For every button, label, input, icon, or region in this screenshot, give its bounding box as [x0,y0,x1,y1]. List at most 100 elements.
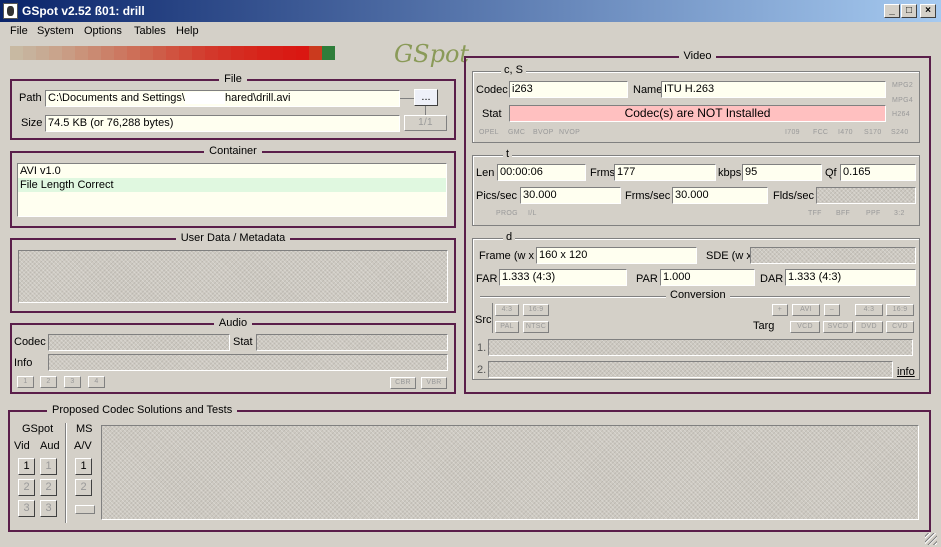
frms-label: Frms [590,167,616,179]
userdata-area[interactable] [18,250,448,303]
audio-stat-field[interactable] [256,334,448,351]
proposed-legend: Proposed Codec Solutions and Tests [47,404,238,416]
aud-test-2[interactable]: 2 [40,479,57,496]
path-field[interactable]: C:\Documents and Settings\ hared\drill.av… [45,90,400,107]
path-value-head: C:\Documents and Settings\ [48,92,185,104]
aud-test-3[interactable]: 3 [40,500,57,517]
audio-stat-label: Stat [233,336,253,348]
path-label: Path [19,92,42,104]
audio-vbr-button[interactable]: VBR [421,377,447,389]
sde-field[interactable] [750,247,916,264]
video-name-field[interactable]: ITU H.263 [661,81,886,98]
status-light [88,46,101,60]
status-light [49,46,62,60]
frame-field[interactable]: 160 x 120 [536,247,697,264]
far-field[interactable]: 1.333 (4:3) [499,269,627,286]
frmsec-field[interactable]: 30.000 [672,187,768,204]
src-ntsc-button[interactable]: NTSC [523,321,549,333]
audio-info-field[interactable] [48,354,448,371]
vid-test-1[interactable]: 1 [18,458,35,475]
status-light [257,46,270,60]
size-field[interactable]: 74.5 KB (or 76,288 bytes) [45,115,400,132]
targ-plus-button[interactable]: + [772,304,788,316]
redacted-block [184,92,225,105]
audio-stream-2[interactable]: 2 [40,376,57,388]
audio-stream-1[interactable]: 1 [17,376,34,388]
status-light [114,46,127,60]
video-stat-field[interactable]: Codec(s) are NOT Installed [509,105,886,122]
h264-flag: H264 [892,111,910,118]
conversion-line-1-label: 1. [477,342,487,354]
menu-file[interactable]: File [10,25,28,37]
vid-test-2[interactable]: 2 [18,479,35,496]
menu-options[interactable]: Options [84,25,122,37]
targ-dvd-button[interactable]: DVD [855,321,883,333]
container-legend: Container [204,145,262,157]
flag-32: 3:2 [894,210,905,217]
ms-blank-button[interactable] [75,505,95,514]
conversion-label: Conversion [666,289,730,301]
ms-test-1[interactable]: 1 [75,458,92,475]
proposed-vid-label: Vid [14,440,30,452]
close-button[interactable]: × [920,4,936,18]
vid-test-3[interactable]: 3 [18,500,35,517]
targ-minus-button[interactable]: – [824,304,840,316]
frms-field[interactable]: 177 [614,164,716,181]
conversion-line-2[interactable] [488,361,893,378]
maximize-button[interactable]: □ [901,4,917,18]
src-169-button[interactable]: 16:9 [523,304,549,316]
kbps-field[interactable]: 95 [742,164,822,181]
flds-field[interactable] [816,187,916,204]
targ-169-button[interactable]: 16:9 [886,304,914,316]
file-counter[interactable]: 1/1 [404,115,447,131]
status-light [296,46,309,60]
mpg2-flag: MPG2 [892,82,914,89]
targ-svcd-button[interactable]: SVCD [823,321,853,333]
browse-button[interactable]: ... [414,89,438,106]
conversion-line-1[interactable] [488,339,913,356]
flag-i709: I709 [785,129,800,136]
video-codec-field[interactable]: i263 [509,81,628,98]
len-field[interactable]: 00:00:06 [497,164,586,181]
flag-il: I/L [528,210,537,217]
status-light [62,46,75,60]
audio-stream-4[interactable]: 4 [88,376,105,388]
video-stat-label: Stat [482,108,502,120]
app-icon[interactable] [3,3,18,19]
timing-subgroup-legend: t [503,148,513,160]
par-label: PAR [636,273,658,285]
audio-codec-field[interactable] [48,334,230,351]
audio-cbr-button[interactable]: CBR [390,377,416,389]
dar-field[interactable]: 1.333 (4:3) [785,269,916,286]
qf-field[interactable]: 0.165 [840,164,916,181]
targ-cvd-button[interactable]: CVD [886,321,914,333]
pics-field[interactable]: 30.000 [520,187,621,204]
targ-vcd-button[interactable]: VCD [790,321,820,333]
status-light [153,46,166,60]
info-link[interactable]: info [897,366,915,378]
pics-label: Pics/sec [476,190,517,202]
audio-stream-3[interactable]: 3 [64,376,81,388]
frmsec-label: Frms/sec [625,190,671,202]
status-light [231,46,244,60]
dimension-subgroup-legend: d [503,231,516,243]
targ-43-button[interactable]: 4:3 [855,304,883,316]
flag-bff: BFF [836,210,851,217]
container-list[interactable]: AVI v1.0 File Length Correct [17,163,447,217]
par-field[interactable]: 1.000 [660,269,755,286]
targ-avi-button[interactable]: AVI [792,304,820,316]
status-light [244,46,257,60]
aud-test-1[interactable]: 1 [40,458,57,475]
minimize-button[interactable]: _ [884,4,900,18]
menu-tables[interactable]: Tables [134,25,166,37]
src-pal-button[interactable]: PAL [495,321,519,333]
conversion-line-2-label: 2. [477,364,487,376]
resize-grip[interactable] [925,533,937,545]
menu-system[interactable]: System [37,25,74,37]
proposed-ms-label: MS [76,423,93,435]
src-43-button[interactable]: 4:3 [495,304,519,316]
file-legend: File [219,73,247,85]
ms-test-2[interactable]: 2 [75,479,92,496]
menu-help[interactable]: Help [176,25,199,37]
proposed-results-area[interactable] [101,425,919,520]
